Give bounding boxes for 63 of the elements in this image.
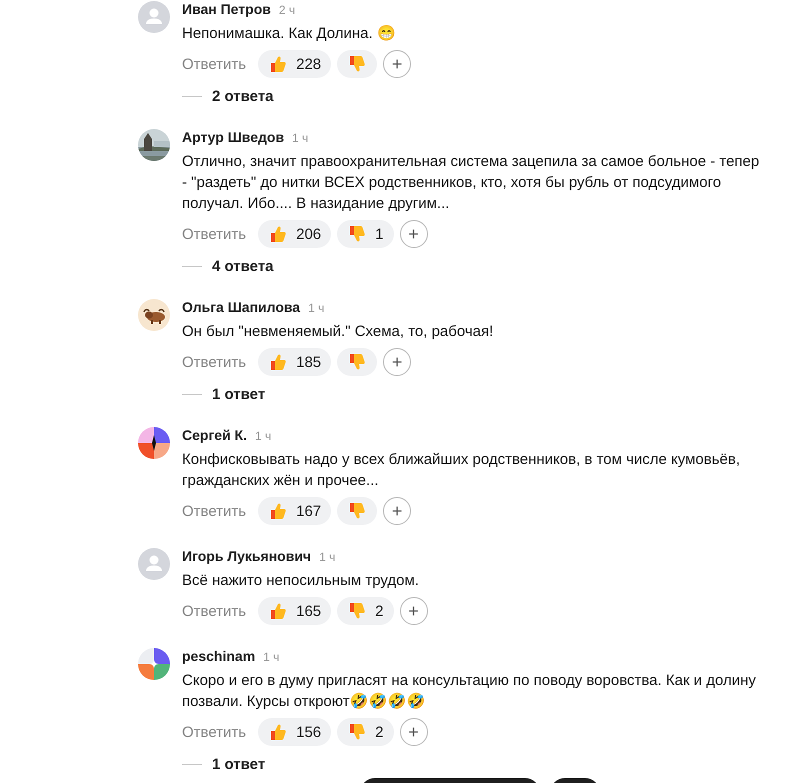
avatar-icon xyxy=(138,548,170,580)
comment-text: Конфисковывать надо у всех ближайших родственников, в том числе кумовьёв, гражданских жён и прочее... xyxy=(182,450,740,491)
add-reaction-button[interactable]: + xyxy=(400,718,428,746)
like-button[interactable]: 228 xyxy=(258,50,332,78)
thumbs-down-icon xyxy=(347,501,368,521)
avatar-icon xyxy=(138,427,170,459)
comment-time: 1 ч xyxy=(292,131,308,145)
reply-button[interactable]: Ответить xyxy=(182,724,252,740)
comment-time: 1 ч xyxy=(319,550,336,564)
thumbs-up-icon xyxy=(268,501,288,521)
comment-text: Отлично, значит правоохранительная система зацепила за самое больное - тепер - "раздеть" до нитки ВСЕХ родственников, кто, хотя бы рубль от подсудимого получал. Ибо.... В назидание другим... xyxy=(182,152,760,214)
reply-button[interactable]: Ответить xyxy=(182,502,252,520)
author-name[interactable]: Сергей К. xyxy=(182,427,247,443)
comment-time: 1 ч xyxy=(308,301,324,315)
like-button[interactable]: 167 xyxy=(258,497,332,525)
like-button[interactable]: 165 xyxy=(258,597,332,625)
add-reaction-button[interactable]: + xyxy=(400,220,428,248)
author-name[interactable]: Артур Шведов xyxy=(182,129,284,145)
comment-text: Непонимашка. Как Долина. 😁 xyxy=(182,24,397,44)
dislike-button[interactable]: 1 xyxy=(337,220,394,248)
thumbs-up-icon xyxy=(268,224,288,244)
comment-text: Всё нажито непосильным трудом. xyxy=(182,571,420,591)
thumbs-up-icon xyxy=(268,601,288,621)
thumbs-up-icon xyxy=(268,54,288,74)
add-reaction-button[interactable]: + xyxy=(383,497,412,525)
comment-text: Он был "невменяемый." Схема, то, рабочая! xyxy=(182,322,494,342)
thumbs-down-icon xyxy=(347,352,368,372)
author-name[interactable]: peschinam xyxy=(182,648,256,664)
author-name[interactable]: Ольга Шапилова xyxy=(182,299,300,315)
thumbs-down-icon xyxy=(347,722,368,742)
dislike-button[interactable] xyxy=(337,497,378,525)
dislike-button[interactable] xyxy=(337,50,378,78)
thumbs-down-icon xyxy=(347,601,368,621)
comment-text: Скоро и его в думу пригласят на консультацию по поводу воровства. Как и долину позвали. Курсы откроют🤣🤣🤣🤣 xyxy=(182,671,756,712)
reply-button[interactable]: Ответить xyxy=(182,354,252,370)
add-reaction-button[interactable]: + xyxy=(400,597,428,625)
dislike-button[interactable]: 2 xyxy=(337,718,394,746)
thumbs-down-icon xyxy=(347,54,368,74)
author-name[interactable]: Игорь Лукьянович xyxy=(182,548,312,564)
like-button[interactable]: 185 xyxy=(258,348,332,376)
comment-time: 2 ч xyxy=(278,3,296,17)
author-name[interactable]: Иван Петров xyxy=(182,1,271,17)
avatar-icon xyxy=(138,648,170,680)
avatar-icon xyxy=(138,1,170,33)
replies-toggle[interactable]: 1 ответ xyxy=(212,386,266,402)
reply-button[interactable]: Ответить xyxy=(182,226,252,242)
add-reaction-button[interactable]: + xyxy=(383,348,412,376)
comment-time: 1 ч xyxy=(263,650,280,664)
replies-toggle[interactable]: 1 ответ xyxy=(212,756,266,772)
thumbs-up-icon xyxy=(268,352,288,372)
thumbs-down-icon xyxy=(347,224,368,244)
yak-icon xyxy=(138,299,170,331)
reply-button[interactable]: Ответить xyxy=(182,56,252,72)
comment-time: 1 ч xyxy=(255,429,272,443)
dislike-button[interactable]: 2 xyxy=(337,597,394,625)
replies-toggle[interactable]: 4 ответа xyxy=(212,258,274,274)
thumbs-up-icon xyxy=(268,722,288,742)
like-button[interactable]: 156 xyxy=(258,718,332,746)
like-button[interactable]: 206 xyxy=(258,220,332,248)
add-reaction-button[interactable]: + xyxy=(383,50,412,78)
replies-toggle[interactable]: 2 ответа xyxy=(212,88,274,104)
dislike-button[interactable] xyxy=(337,348,378,376)
reply-button[interactable]: Ответить xyxy=(182,602,252,620)
